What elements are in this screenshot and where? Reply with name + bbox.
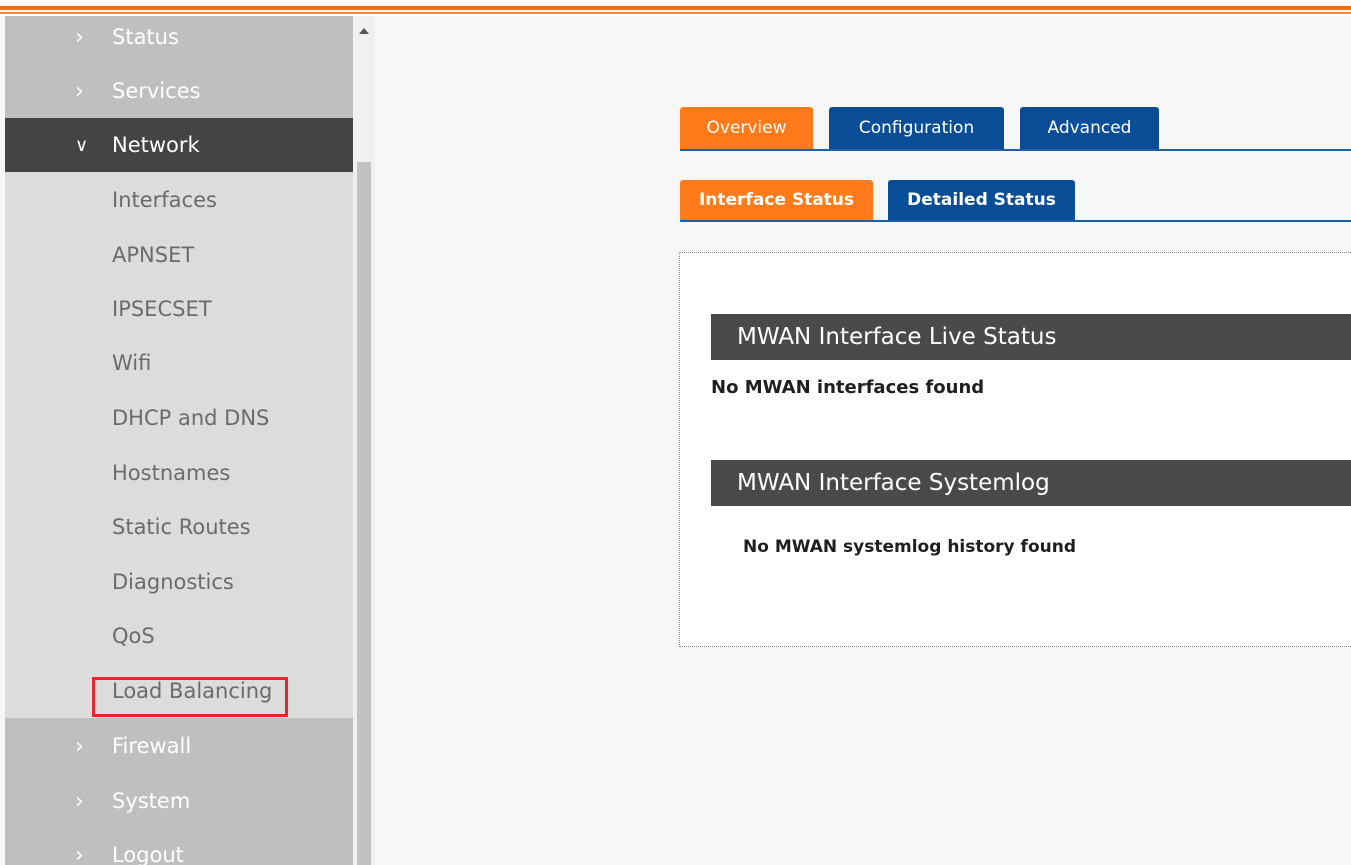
- chevron-right-icon: ›: [75, 788, 84, 814]
- tab-overview[interactable]: Overview: [680, 107, 813, 149]
- live-status-message: No MWAN interfaces found: [711, 377, 985, 398]
- subtab-detailed-status[interactable]: Detailed Status: [888, 180, 1075, 220]
- chevron-right-icon: ›: [75, 24, 84, 50]
- sidebar-subitem-qos[interactable]: QoS: [112, 609, 155, 663]
- sidebar: › Status › Services ∨ Network Interfaces…: [5, 16, 353, 865]
- sidebar-item-services[interactable]: › Services: [5, 64, 353, 118]
- sidebar-subitem-dhcp-dns[interactable]: DHCP and DNS: [112, 391, 269, 445]
- sidebar-subitem-apnset[interactable]: APNSET: [112, 228, 194, 282]
- live-status-header: MWAN Interface Live Status: [711, 314, 1351, 360]
- chevron-right-icon: ›: [75, 78, 84, 104]
- sidebar-scrollbar[interactable]: [353, 16, 375, 865]
- tab-advanced[interactable]: Advanced: [1020, 107, 1159, 149]
- sub-tabs: Interface Status Detailed Status: [680, 180, 1351, 222]
- sidebar-item-system[interactable]: › System: [5, 774, 353, 828]
- tab-configuration[interactable]: Configuration: [829, 107, 1004, 149]
- systemlog-message: No MWAN systemlog history found: [743, 537, 1077, 557]
- sidebar-item-label: System: [112, 789, 191, 813]
- sidebar-item-status[interactable]: › Status: [5, 16, 353, 64]
- sidebar-subitem-wifi[interactable]: Wifi: [112, 336, 151, 390]
- top-accent-bar: [0, 0, 1351, 16]
- load-balancing-highlight: [92, 677, 288, 717]
- scrollbar-thumb[interactable]: [357, 162, 371, 865]
- chevron-right-icon: ›: [75, 842, 84, 865]
- sidebar-item-label: Services: [112, 79, 201, 103]
- sidebar-subitem-ipsecset[interactable]: IPSECSET: [112, 282, 212, 336]
- sidebar-subitem-static-routes[interactable]: Static Routes: [112, 500, 251, 554]
- sidebar-item-label: Firewall: [112, 734, 192, 758]
- sidebar-item-label: Logout: [112, 843, 184, 865]
- sidebar-item-label: Network: [112, 133, 200, 157]
- chevron-right-icon: ›: [75, 733, 84, 759]
- sidebar-subitem-hostnames[interactable]: Hostnames: [112, 446, 230, 500]
- sidebar-item-logout[interactable]: › Logout: [5, 828, 353, 865]
- subtab-interface-status[interactable]: Interface Status: [680, 180, 873, 220]
- sidebar-item-network[interactable]: ∨ Network: [5, 118, 353, 172]
- status-panel: [679, 252, 1351, 647]
- top-accent-thin-line: [0, 12, 1351, 14]
- sidebar-subitem-interfaces[interactable]: Interfaces: [112, 173, 217, 227]
- main-tabs: Overview Configuration Advanced: [680, 107, 1351, 151]
- sidebar-subitem-diagnostics[interactable]: Diagnostics: [112, 555, 234, 609]
- sidebar-item-firewall[interactable]: › Firewall: [5, 719, 353, 773]
- systemlog-header: MWAN Interface Systemlog: [711, 460, 1351, 506]
- sidebar-item-label: Status: [112, 25, 179, 49]
- top-accent-line: [0, 6, 1351, 10]
- scroll-up-arrow-icon[interactable]: [359, 28, 369, 34]
- chevron-down-icon: ∨: [75, 134, 89, 156]
